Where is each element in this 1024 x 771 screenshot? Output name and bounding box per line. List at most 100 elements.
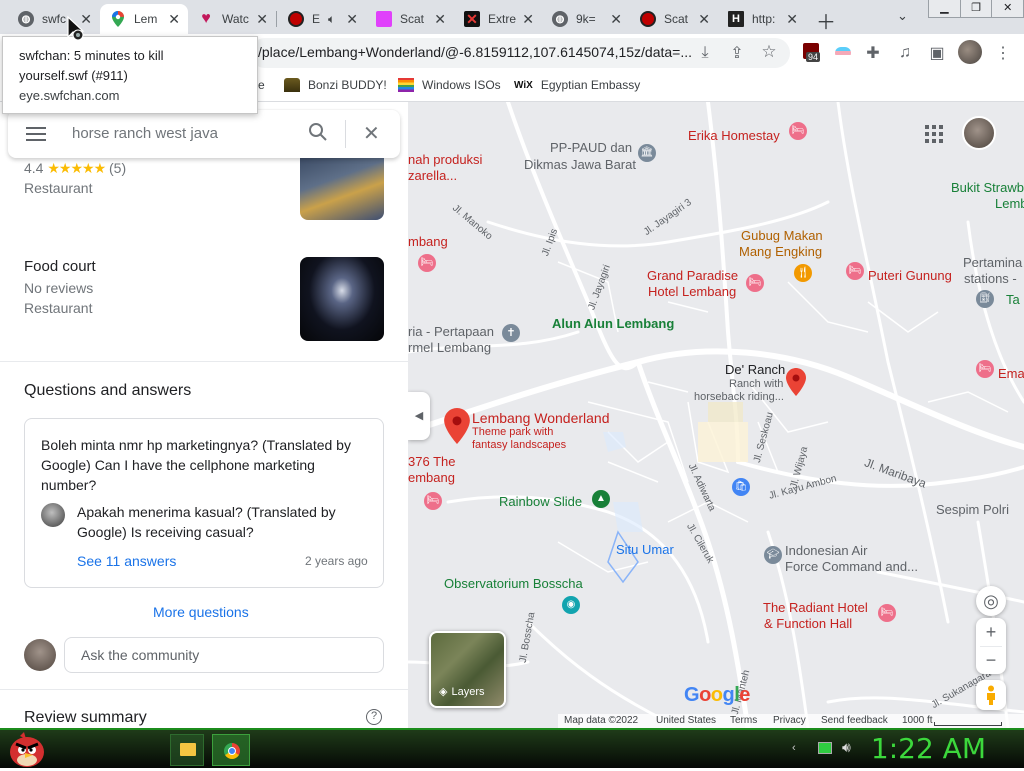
map-label-lembang[interactable]: mbang: [408, 234, 448, 249]
send-feedback-link[interactable]: Send feedback: [821, 715, 888, 726]
map-label-grand-paradise[interactable]: Grand Paradise: [647, 268, 738, 283]
tab-http[interactable]: H http: ✕: [718, 4, 806, 34]
map-label-376-the[interactable]: 376 The: [408, 454, 455, 469]
terms-link[interactable]: Terms: [730, 715, 757, 726]
map-label-lembang-wonderland[interactable]: Lembang Wonderland: [472, 410, 610, 426]
result-name[interactable]: Food court: [24, 258, 96, 275]
close-icon[interactable]: ✕: [698, 11, 710, 28]
tab-scat-2[interactable]: Scat ✕: [630, 4, 718, 34]
map-label-alun-alun[interactable]: Alun Alun Lembang: [552, 316, 674, 331]
apps-grid-icon[interactable]: [924, 124, 944, 144]
close-icon[interactable]: ✕: [610, 11, 622, 28]
hotel-icon[interactable]: 🛏︎: [789, 122, 807, 140]
help-icon[interactable]: ?: [366, 709, 382, 725]
search-icon[interactable]: [308, 122, 328, 148]
map-label-dikmas[interactable]: Dikmas Jawa Barat: [524, 157, 636, 172]
start-button-angry-bird-icon[interactable]: [6, 730, 48, 768]
map-label-sespim-polri[interactable]: Sespim Polri: [936, 502, 1009, 517]
new-tab-button[interactable]: ＋: [816, 6, 836, 35]
map-label-erika-homestay[interactable]: Erika Homestay: [688, 128, 780, 143]
school-icon[interactable]: 🎓︎: [764, 546, 782, 564]
tab-scat-1[interactable]: Scat ✕: [366, 4, 454, 34]
church-icon[interactable]: ✝︎: [502, 324, 520, 342]
map-label-puteri-gunung[interactable]: Puteri Gunung: [868, 268, 952, 283]
map-label-embang[interactable]: embang: [408, 470, 455, 485]
flag-extension-icon[interactable]: [832, 42, 854, 64]
see-answers-link[interactable]: See 11 answers: [77, 553, 176, 569]
search-input[interactable]: horse ranch west java: [72, 125, 218, 142]
close-icon[interactable]: ✕: [522, 11, 534, 28]
network-icon[interactable]: [818, 742, 832, 754]
zoom-in-button[interactable]: +: [976, 618, 1006, 646]
close-icon[interactable]: ✕: [168, 11, 180, 28]
minimize-button[interactable]: ▁: [929, 0, 960, 17]
privacy-link[interactable]: Privacy: [773, 715, 806, 726]
map-label-pertapaan[interactable]: ria - Pertapaan: [408, 324, 494, 339]
collapse-panel-button[interactable]: ◀: [408, 392, 430, 440]
media-control-icon[interactable]: ♫: [894, 42, 916, 64]
map-label-function-hall[interactable]: & Function Hall: [764, 616, 852, 631]
account-avatar[interactable]: [962, 116, 996, 150]
hotel-icon[interactable]: 🛏︎: [424, 492, 442, 510]
more-questions-link[interactable]: More questions: [153, 604, 249, 620]
map-label-stations[interactable]: stations -: [964, 271, 1017, 286]
map-label-de-ranch[interactable]: De' Ranch: [725, 362, 785, 377]
scale-label[interactable]: 1000 ft: [902, 715, 933, 726]
map-label-situ-umar[interactable]: Situ Umar: [616, 542, 674, 557]
map-label-indonesian-air[interactable]: Indonesian Air: [785, 543, 867, 558]
layers-button[interactable]: ◈ Layers: [429, 631, 506, 708]
map-label-observatorium[interactable]: Observatorium Bosscha: [444, 576, 583, 591]
close-icon[interactable]: ✕: [434, 11, 446, 28]
file-explorer-taskbar-button[interactable]: [170, 734, 204, 766]
bookmark-bonzi[interactable]: Bonzi BUDDY!: [284, 78, 387, 92]
park-icon[interactable]: ▲: [592, 490, 610, 508]
close-window-button[interactable]: ✕: [991, 0, 1023, 17]
map-canvas[interactable]: Erika Homestay 🛏︎ PP-PAUD dan Dikmas Jaw…: [408, 102, 1024, 728]
gas-station-icon[interactable]: ⛽︎: [976, 290, 994, 308]
tab-e[interactable]: E 🔈︎ ✕: [278, 4, 366, 34]
result-photo[interactable]: [300, 257, 384, 341]
tab-9k[interactable]: ◍ 9k= ✕: [542, 4, 630, 34]
map-label-produksi[interactable]: nah produksi: [408, 152, 482, 167]
pegman-icon[interactable]: [976, 680, 1006, 710]
map-pin-icon[interactable]: [786, 368, 806, 399]
camera-icon[interactable]: ◉: [562, 596, 580, 614]
map-label-karmel[interactable]: rmel Lembang: [408, 340, 491, 355]
tab-extreme[interactable]: ✕ Extre ✕: [454, 4, 542, 34]
show-hidden-icons-chevron[interactable]: ‹: [792, 742, 796, 754]
profile-avatar[interactable]: [958, 40, 982, 64]
map-label-pp-paud[interactable]: PP-PAUD dan: [550, 140, 632, 155]
clear-search-icon[interactable]: ✕: [363, 121, 380, 146]
my-location-icon[interactable]: ◎: [976, 586, 1006, 616]
hotel-icon[interactable]: 🛏︎: [418, 254, 436, 272]
taskbar-clock[interactable]: 1:22 AM: [871, 732, 986, 765]
speaker-icon[interactable]: 🔈︎: [328, 12, 335, 27]
shopping-icon[interactable]: 🛍︎: [732, 478, 750, 496]
close-icon[interactable]: ✕: [256, 11, 268, 28]
zoom-out-button[interactable]: −: [976, 647, 1006, 674]
extensions-puzzle-icon[interactable]: ✚: [862, 42, 884, 64]
close-icon[interactable]: ✕: [786, 11, 798, 28]
map-label-force-command[interactable]: Force Command and...: [785, 559, 918, 574]
hotel-icon[interactable]: 🛏︎: [746, 274, 764, 292]
install-icon[interactable]: ⤓: [694, 42, 716, 64]
map-label-gubug-makan[interactable]: Gubug Makan: [741, 228, 823, 243]
government-building-icon[interactable]: 🏛︎: [638, 144, 656, 162]
tab-search-chevron-icon[interactable]: ⌄: [897, 8, 908, 24]
selected-place-pin-icon[interactable]: [444, 408, 470, 447]
bookmark-windows-isos[interactable]: Windows ISOs: [398, 78, 501, 92]
map-label-hotel-lembang[interactable]: Hotel Lembang: [648, 284, 736, 299]
extension-icon[interactable]: 94: [800, 40, 822, 62]
ask-community-input[interactable]: Ask the community: [64, 637, 384, 673]
restore-button[interactable]: ❐: [959, 0, 992, 17]
bookmark-item[interactable]: e: [258, 78, 265, 92]
hamburger-menu-icon[interactable]: [26, 127, 46, 141]
map-label-mang-engking[interactable]: Mang Engking: [739, 244, 822, 259]
side-panel-icon[interactable]: ▣: [926, 42, 948, 64]
bookmark-star-icon[interactable]: ☆: [758, 41, 780, 63]
menu-kebab-icon[interactable]: ⋮: [992, 42, 1014, 64]
map-label-mozarella[interactable]: zarella...: [408, 168, 457, 183]
map-label-ema[interactable]: Ema: [998, 366, 1024, 381]
volume-icon[interactable]: 🔊︎: [842, 739, 851, 756]
map-label-ta[interactable]: Ta: [1006, 292, 1020, 307]
